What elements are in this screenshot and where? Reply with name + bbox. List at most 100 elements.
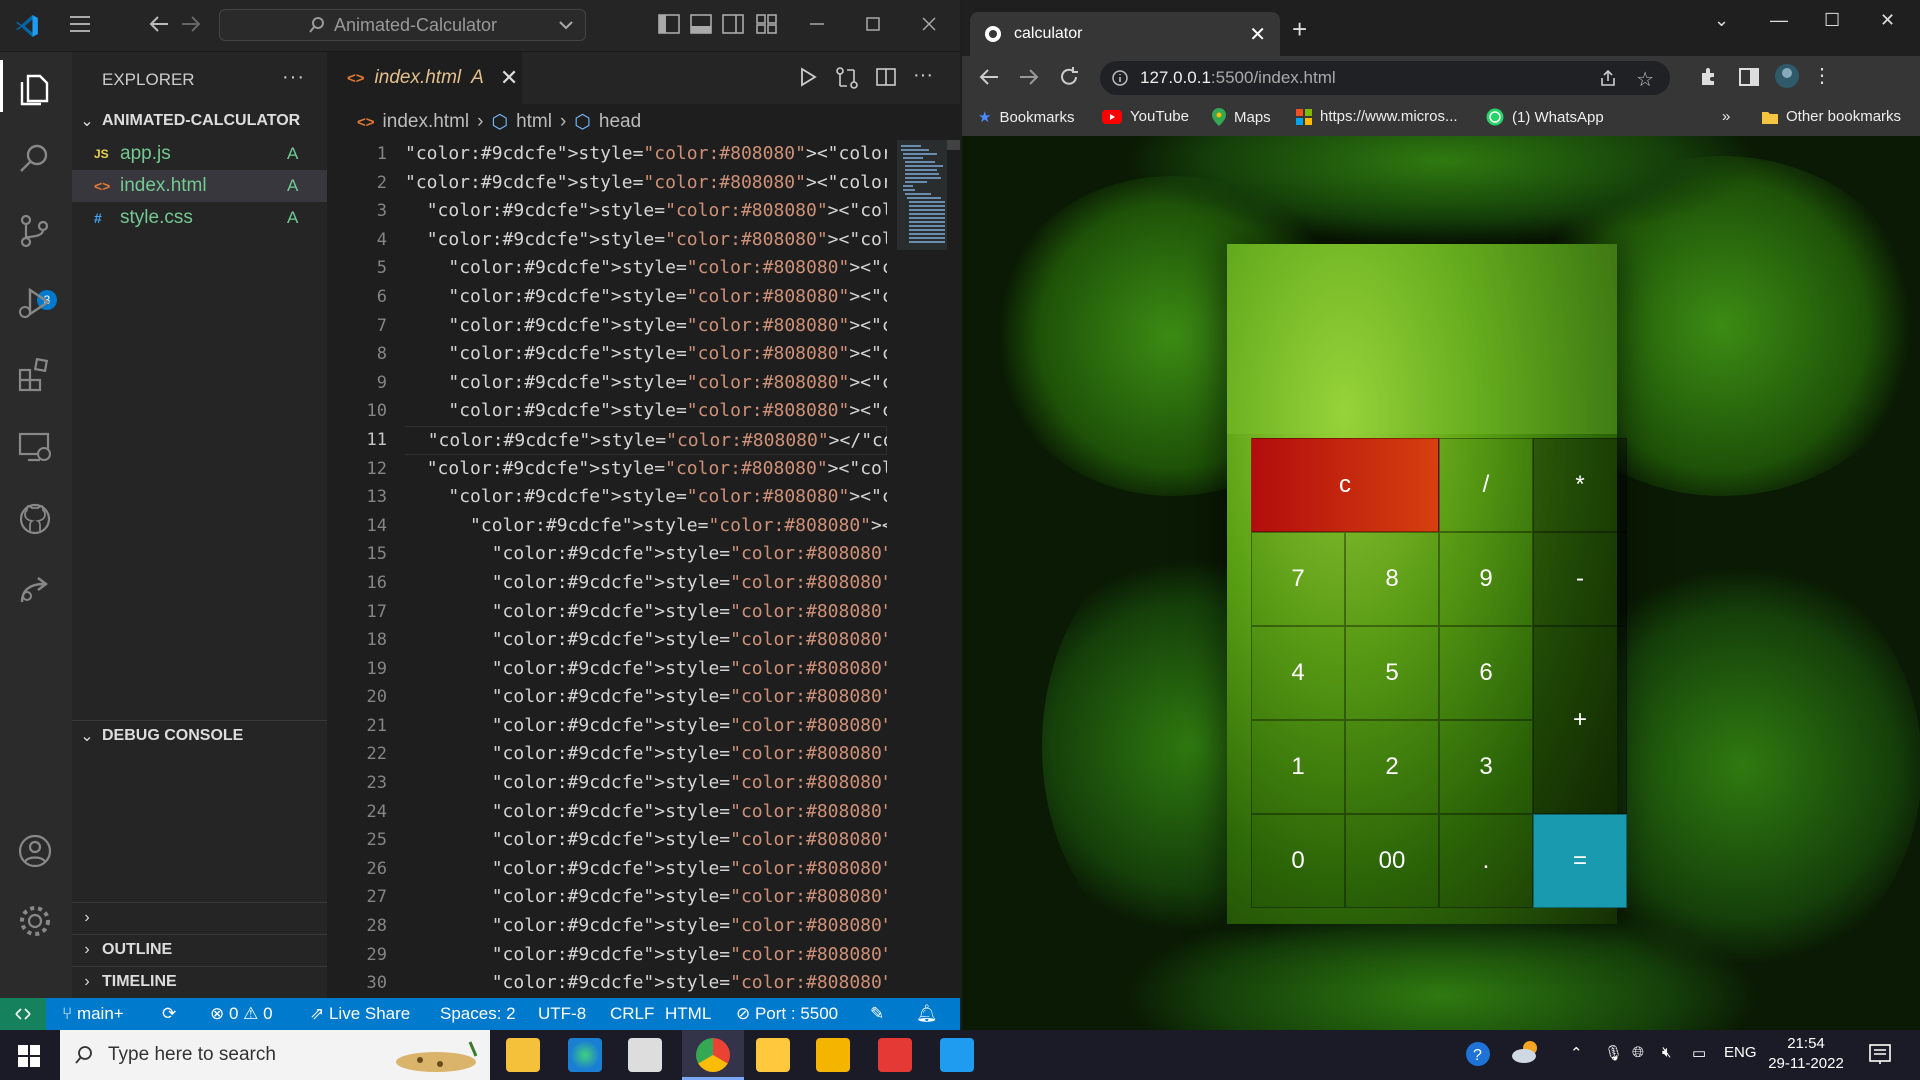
maximize-icon[interactable] (864, 14, 882, 34)
key-5[interactable]: 5 (1345, 626, 1439, 720)
timeline-header[interactable]: › TIMELINE (72, 966, 327, 996)
code-line[interactable]: "color:#9cdcfe">style="color:#808080"><"… (405, 197, 887, 226)
maximize-icon[interactable]: ☐ (1824, 10, 1840, 31)
encoding-status[interactable]: UTF-8 (538, 1004, 586, 1024)
remote-indicator-icon[interactable] (0, 998, 46, 1030)
code-line[interactable]: "color:#9cdcfe">style="color:#808080"><"… (405, 312, 887, 341)
multiply-key[interactable]: * (1533, 438, 1627, 532)
notifications-icon[interactable] (1868, 1042, 1892, 1066)
windows-start-icon[interactable] (18, 1045, 40, 1067)
outline-header[interactable]: › OUTLINE (72, 934, 327, 964)
code-line[interactable]: "color:#9cdcfe">style="color:#808080"><"… (405, 969, 887, 998)
eol-status[interactable]: CRLF (610, 1004, 654, 1024)
language-status[interactable]: HTML (665, 1004, 711, 1024)
browser-menu-icon[interactable]: ⋮ (1812, 63, 1832, 88)
close-tab-icon[interactable]: ✕ (500, 65, 518, 91)
source-control-icon[interactable] (16, 212, 54, 250)
volume-muted-icon[interactable]: 🔇︎ (1662, 1044, 1671, 1061)
github-icon[interactable] (16, 500, 54, 538)
more-bookmarks-icon[interactable]: » (1722, 108, 1730, 125)
bookmark-item[interactable]: YouTube (1102, 108, 1189, 125)
key-7[interactable]: 7 (1251, 532, 1345, 626)
equals-key[interactable]: = (1533, 814, 1627, 908)
breadcrumb-item[interactable]: html (516, 111, 552, 133)
browser-tab[interactable]: calculator ✕ (970, 12, 1280, 56)
decimal-key[interactable]: . (1439, 814, 1533, 908)
chevron-down-icon[interactable] (557, 16, 575, 34)
share-icon[interactable] (1598, 68, 1618, 88)
side-panel-icon[interactable] (1738, 65, 1760, 89)
code-line[interactable]: "color:#9cdcfe">style="color:#808080"><"… (405, 540, 887, 569)
branch-status[interactable]: ⑂ main+ (62, 1004, 124, 1024)
microphone-icon[interactable]: 🎙︎ (1604, 1044, 1623, 1062)
forward-arrow-icon[interactable] (180, 14, 202, 34)
code-line[interactable]: "color:#9cdcfe">style="color:#808080"><"… (405, 883, 887, 912)
project-folder-header[interactable]: ⌄ ANIMATED-CALCULATOR (72, 106, 327, 136)
code-line[interactable]: "color:#9cdcfe">style="color:#808080"><"… (405, 941, 887, 970)
extensions-icon[interactable] (16, 356, 54, 394)
bookmark-item[interactable]: (1) WhatsApp (1486, 108, 1604, 126)
code-line[interactable]: "color:#9cdcfe">style="color:#808080"><"… (405, 483, 887, 512)
plus-key[interactable]: + (1533, 626, 1627, 814)
key-3[interactable]: 3 (1439, 720, 1533, 814)
code-line[interactable]: "color:#9cdcfe">style="color:#808080"><"… (405, 683, 887, 712)
run-icon[interactable] (797, 66, 819, 88)
code-line[interactable]: "color:#9cdcfe">style="color:#808080"><"… (405, 598, 887, 627)
settings-gear-icon[interactable] (16, 902, 54, 940)
collapsed-section-header[interactable]: › (72, 902, 327, 932)
code-line[interactable]: "color:#9cdcfe">style="color:#808080"><"… (405, 226, 887, 255)
vscode-taskbar-icon[interactable] (940, 1038, 974, 1072)
key-1[interactable]: 1 (1251, 720, 1345, 814)
search-icon[interactable] (16, 140, 54, 178)
command-center-search[interactable]: Animated-Calculator (219, 9, 586, 41)
tab-search-chevron-icon[interactable]: ⌄ (1714, 10, 1729, 31)
video-recorder-icon[interactable] (878, 1038, 912, 1072)
forward-arrow-icon[interactable] (1018, 65, 1040, 89)
key-6[interactable]: 6 (1439, 626, 1533, 720)
divide-key[interactable]: / (1439, 438, 1533, 532)
file-item-app-js[interactable]: JS app.js A (72, 138, 327, 170)
network-globe-icon[interactable]: 🌐︎ (1632, 1044, 1644, 1061)
toggle-panel-icon[interactable] (690, 14, 712, 34)
menu-icon[interactable] (68, 14, 92, 34)
file-manager-icon[interactable] (816, 1038, 850, 1072)
port-status[interactable]: ⊘ Port : 5500 (736, 1004, 838, 1024)
file-item-style-css[interactable]: # style.css A (72, 202, 327, 234)
code-line[interactable]: "color:#9cdcfe">style="color:#808080"><"… (405, 140, 887, 169)
file-explorer-icon[interactable] (506, 1038, 540, 1072)
bookmark-item[interactable]: Maps (1212, 108, 1271, 126)
back-arrow-icon[interactable] (978, 65, 1000, 89)
tab-index-html[interactable]: <> index.html A ✕ (327, 52, 522, 104)
customize-layout-icon[interactable] (756, 14, 778, 34)
remote-explorer-icon[interactable] (16, 428, 54, 466)
code-line[interactable]: "color:#9cdcfe">style="color:#808080"><"… (405, 855, 887, 884)
new-tab-icon[interactable]: + (1292, 14, 1307, 45)
code-line[interactable]: "color:#9cdcfe">style="color:#808080"><"… (405, 397, 887, 426)
code-line[interactable]: "color:#9cdcfe">style="color:#808080"><"… (405, 655, 887, 684)
indentation-status[interactable]: Spaces: 2 (440, 1004, 516, 1024)
weather-icon[interactable] (1510, 1038, 1542, 1066)
debug-console-header[interactable]: ⌄ DEBUG CONSOLE (72, 720, 327, 750)
bookmark-item[interactable]: ★ Bookmarks (978, 108, 1074, 127)
bookmark-item[interactable]: https://www.micros... (1296, 108, 1458, 125)
code-line[interactable]: "color:#9cdcfe">style="color:#808080"><"… (405, 626, 887, 655)
close-icon[interactable]: ✕ (1880, 10, 1895, 31)
code-line[interactable]: "color:#9cdcfe">style="color:#808080"><"… (405, 769, 887, 798)
close-tab-icon[interactable]: ✕ (1249, 22, 1266, 47)
code-line[interactable]: "color:#9cdcfe">style="color:#808080"><"… (405, 569, 887, 598)
more-actions-icon[interactable]: ··· (282, 66, 305, 89)
key-0[interactable]: 0 (1251, 814, 1345, 908)
code-line[interactable]: "color:#9cdcfe">style="color:#808080"></… (405, 425, 887, 455)
live-share-icon[interactable] (16, 572, 54, 610)
code-line[interactable]: "color:#9cdcfe">style="color:#808080"><"… (405, 712, 887, 741)
sticky-notes-icon[interactable] (756, 1038, 790, 1072)
code-line[interactable]: "color:#9cdcfe">style="color:#808080"><"… (405, 455, 887, 484)
key-2[interactable]: 2 (1345, 720, 1439, 814)
code-line[interactable]: "color:#9cdcfe">style="color:#808080"><"… (405, 740, 887, 769)
code-line[interactable]: "color:#9cdcfe">style="color:#808080"><"… (405, 512, 887, 541)
other-bookmarks[interactable]: Other bookmarks (1762, 108, 1901, 125)
code-line[interactable]: "color:#9cdcfe">style="color:#808080"><"… (405, 369, 887, 398)
clock[interactable]: 21:54 29-11-2022 (1768, 1034, 1844, 1074)
clear-key[interactable]: c (1251, 438, 1439, 532)
live-share-status[interactable]: ⇗ Live Share (310, 1004, 410, 1024)
